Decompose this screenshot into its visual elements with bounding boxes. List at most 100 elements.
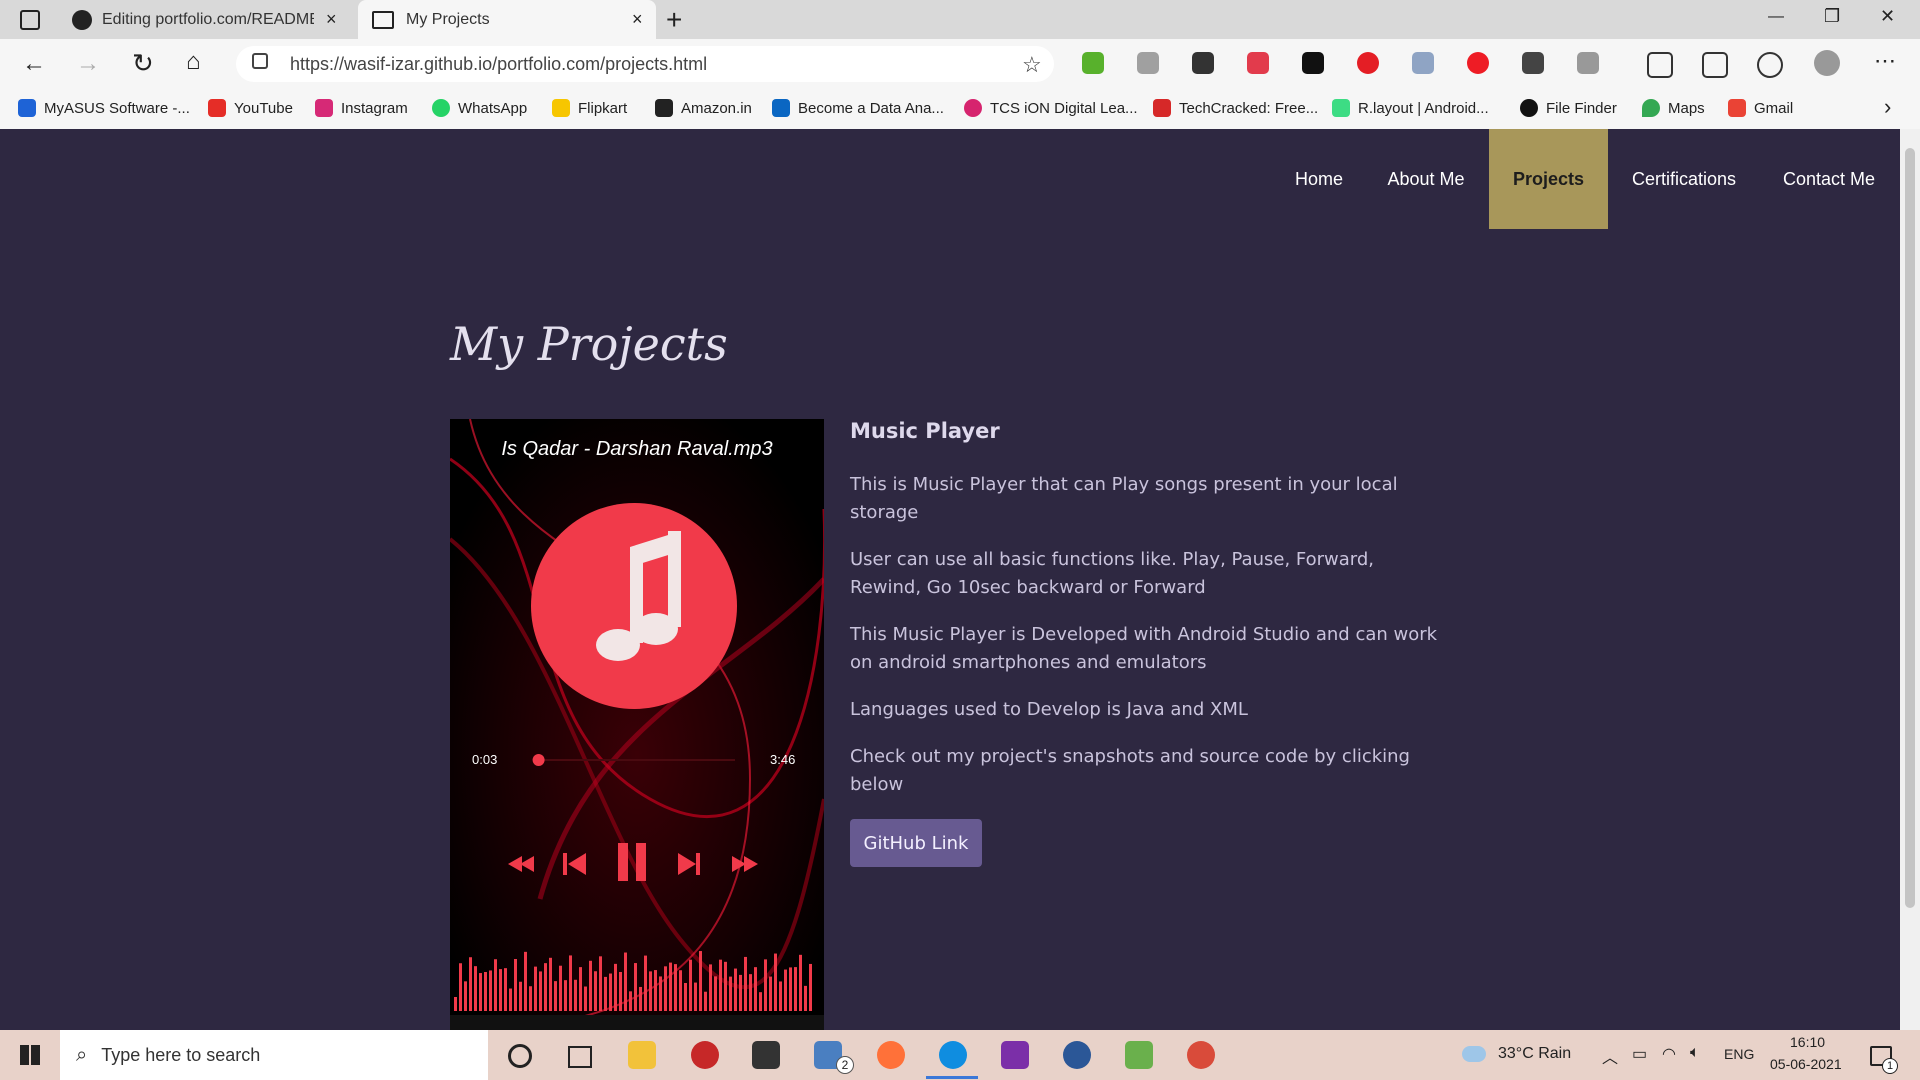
visualizer-bar xyxy=(609,973,612,1011)
incognito-extension-icon[interactable] xyxy=(1302,52,1324,74)
nav-projects[interactable]: Projects xyxy=(1489,129,1608,229)
forward-arrow-icon[interactable]: → xyxy=(76,50,100,78)
cube-extension-icon[interactable] xyxy=(1192,52,1214,74)
pocket-extension-icon[interactable] xyxy=(1247,52,1269,74)
techcracked-icon xyxy=(1153,99,1171,117)
project-description-3: This Music Player is Developed with Andr… xyxy=(850,624,1438,673)
tab-my-projects[interactable]: My Projects × xyxy=(358,0,656,39)
edge-icon[interactable] xyxy=(939,1041,967,1069)
visualizer-bar xyxy=(564,980,567,1011)
battery-icon[interactable]: ▭ xyxy=(1632,1044,1647,1064)
extension-icon[interactable] xyxy=(1137,52,1159,74)
firefox-icon[interactable] xyxy=(877,1041,905,1069)
language-indicator[interactable]: ENG xyxy=(1724,1046,1754,1062)
bookmark-whatsapp[interactable]: WhatsApp xyxy=(432,96,527,120)
favorites-icon[interactable] xyxy=(1647,52,1673,78)
app-icon[interactable] xyxy=(1187,1041,1215,1069)
lock-icon xyxy=(252,53,268,69)
bookmark-techcracked[interactable]: TechCracked: Free... xyxy=(1153,96,1318,120)
performance-icon[interactable] xyxy=(1757,52,1783,78)
bookmark-myasus[interactable]: MyASUS Software -... xyxy=(18,96,190,120)
minimize-button[interactable]: — xyxy=(1768,8,1784,26)
clock-date[interactable]: 05-06-2021 xyxy=(1770,1056,1842,1072)
visualizer-bar xyxy=(694,982,697,1011)
shield-extension-icon[interactable] xyxy=(1412,52,1434,74)
profile-avatar[interactable] xyxy=(1814,50,1840,76)
opera-extension-icon[interactable] xyxy=(1467,52,1489,74)
scrollbar-thumb[interactable] xyxy=(1905,148,1915,908)
instagram-icon xyxy=(315,99,333,117)
visualizer-bar xyxy=(454,997,457,1011)
taskbar-search[interactable]: ⌕ Type here to search xyxy=(60,1030,488,1080)
bookmark-amazon[interactable]: Amazon.in xyxy=(655,96,752,120)
bookmark-flipkart[interactable]: Flipkart xyxy=(552,96,627,120)
chevron-right-icon[interactable]: › xyxy=(1884,94,1891,120)
visualizer-bar xyxy=(474,966,477,1011)
chevron-up-icon[interactable]: ︿ xyxy=(1602,1044,1618,1068)
windows-start-icon[interactable] xyxy=(20,1045,40,1065)
visualizer-bar xyxy=(669,962,672,1011)
nav-home[interactable]: Home xyxy=(1272,129,1366,229)
weather-icon xyxy=(1462,1046,1486,1062)
close-tab-icon[interactable]: × xyxy=(632,9,643,30)
visualizer-bar xyxy=(764,959,767,1011)
more-menu-icon[interactable]: ⋯ xyxy=(1874,48,1896,74)
bookmark-youtube[interactable]: YouTube xyxy=(208,96,293,120)
bookmark-file-finder[interactable]: File Finder xyxy=(1520,96,1617,120)
file-explorer-icon[interactable] xyxy=(628,1041,656,1069)
restore-button[interactable]: ❐ xyxy=(1824,6,1840,27)
url-text[interactable]: https://wasif-izar.github.io/portfolio.c… xyxy=(290,54,707,75)
page-title: My Projects xyxy=(450,317,728,371)
picture-in-picture-icon[interactable] xyxy=(1522,52,1544,74)
project-description-5: Check out my project's snapshots and sou… xyxy=(850,746,1410,795)
refresh-icon[interactable]: ↻ xyxy=(132,48,154,79)
adblock-extension-icon[interactable] xyxy=(1357,52,1379,74)
tab-actions-icon[interactable] xyxy=(20,10,40,30)
volume-icon[interactable]: 🔈︎ xyxy=(1690,1044,1700,1062)
bookmark-data-analyst[interactable]: Become a Data Ana... xyxy=(772,96,944,120)
wifi-icon[interactable]: ◠ xyxy=(1662,1044,1676,1064)
nav-about-me[interactable]: About Me xyxy=(1376,129,1476,229)
github-link-button[interactable]: GitHub Link xyxy=(850,819,982,867)
weather-text[interactable]: 33°C Rain xyxy=(1498,1045,1571,1063)
bookmark-instagram[interactable]: Instagram xyxy=(315,96,408,120)
nav-contact-me[interactable]: Contact Me xyxy=(1766,129,1892,229)
visualizer-bar xyxy=(714,976,717,1011)
visualizer-bar xyxy=(574,979,577,1011)
visualizer-bar xyxy=(724,961,727,1011)
bookmark-maps[interactable]: Maps xyxy=(1642,96,1705,120)
visualizer-bar xyxy=(614,963,617,1011)
favorite-add-icon[interactable]: ☆ xyxy=(1022,52,1042,78)
bluestacks-icon[interactable] xyxy=(1125,1041,1153,1069)
visualizer-bar xyxy=(749,974,752,1011)
cortana-icon[interactable] xyxy=(508,1044,532,1068)
collections-icon[interactable] xyxy=(1702,52,1728,78)
bookmark-r-layout[interactable]: R.layout | Android... xyxy=(1332,96,1489,120)
close-window-button[interactable]: ✕ xyxy=(1880,6,1895,27)
visualizer-bar xyxy=(534,966,537,1011)
word-icon[interactable] xyxy=(1063,1041,1091,1069)
visualizer-bar xyxy=(619,971,622,1011)
store-icon[interactable] xyxy=(752,1041,780,1069)
visualizer-bar xyxy=(584,986,587,1011)
nav-certifications[interactable]: Certifications xyxy=(1618,129,1750,229)
extensions-icon[interactable] xyxy=(1577,52,1599,74)
visualizer-bar xyxy=(794,967,797,1011)
clock-time[interactable]: 16:10 xyxy=(1790,1034,1825,1050)
tab-readme[interactable]: Editing portfolio.com/README.m × xyxy=(62,0,352,39)
close-tab-icon[interactable]: × xyxy=(326,9,337,30)
visualizer-bar xyxy=(509,988,512,1011)
onenote-icon[interactable] xyxy=(1001,1041,1029,1069)
download-extension-icon[interactable] xyxy=(1082,52,1104,74)
home-icon[interactable]: ⌂ xyxy=(186,48,201,76)
task-view-icon[interactable] xyxy=(568,1046,592,1068)
new-tab-button[interactable]: + xyxy=(666,4,682,36)
visualizer-bar xyxy=(629,991,632,1011)
chrome-icon[interactable] xyxy=(691,1041,719,1069)
visualizer-bar xyxy=(634,963,637,1011)
back-arrow-icon[interactable]: ← xyxy=(22,50,46,78)
visualizer-bar xyxy=(654,970,657,1011)
bookmark-tcs-ion[interactable]: TCS iON Digital Lea... xyxy=(964,96,1138,120)
visualizer-bar xyxy=(739,974,742,1011)
bookmark-gmail[interactable]: Gmail xyxy=(1728,96,1793,120)
